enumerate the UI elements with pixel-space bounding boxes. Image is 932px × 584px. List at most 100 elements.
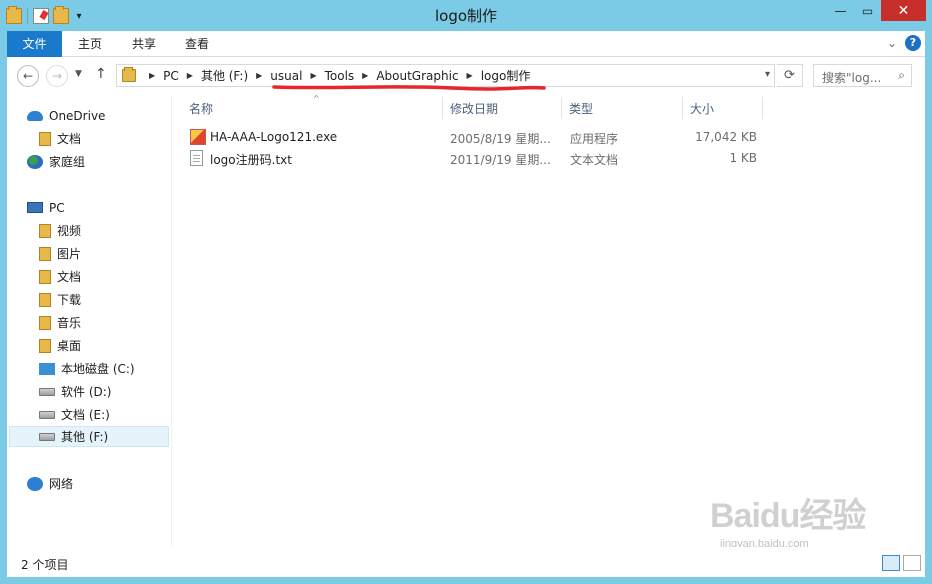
text-file-icon	[190, 150, 203, 166]
folder-icon	[39, 315, 51, 330]
column-header-size[interactable]: 大小	[690, 97, 760, 119]
breadcrumb-drive-f[interactable]: 其他 (F:)	[201, 67, 248, 84]
chevron-right-icon[interactable]: ▶	[467, 71, 473, 80]
file-type: 应用程序	[570, 132, 619, 146]
maximize-button[interactable]: ▭	[854, 0, 881, 21]
folder-icon	[39, 223, 51, 238]
window-controls: — ▭ ✕	[827, 0, 926, 21]
minimize-button[interactable]: —	[827, 0, 854, 21]
column-divider[interactable]	[442, 97, 443, 119]
chevron-right-icon[interactable]: ▶	[149, 71, 155, 80]
watermark-logo: Baidu经验	[710, 497, 866, 535]
nav-item-label: 家庭组	[49, 155, 86, 169]
file-size: 17,042 KB	[695, 130, 757, 144]
file-list: ^ 名称 修改日期 类型 大小 HA-AAA-Logo121.exe 2005/…	[175, 94, 925, 547]
help-icon[interactable]: ?	[905, 35, 921, 51]
search-placeholder: 搜索"log...	[822, 71, 882, 85]
folder-icon	[39, 338, 51, 353]
nav-item-homegroup[interactable]: 家庭组	[27, 151, 85, 172]
nav-item-downloads[interactable]: 下载	[39, 289, 81, 310]
drive-icon	[39, 387, 55, 396]
refresh-button[interactable]: ⟳	[777, 64, 803, 87]
file-size: 1 KB	[729, 151, 757, 165]
nav-item-documents[interactable]: 文档	[39, 128, 81, 149]
nav-item-label: PC	[49, 200, 65, 215]
file-date: 2005/8/19 星期...	[450, 132, 551, 146]
chevron-down-icon[interactable]: ▾	[765, 69, 770, 80]
drive-icon	[39, 410, 55, 419]
breadcrumb-pc[interactable]: PC	[163, 69, 179, 83]
nav-item-label: 文档	[57, 132, 82, 146]
drive-icon	[39, 432, 55, 441]
explorer-window: ▾ logo制作 — ▭ ✕ 文件 主页 共享 查看 ⌄ ? ← → ▼ ↑ ▶…	[0, 0, 932, 584]
column-divider[interactable]	[682, 97, 683, 119]
file-date: 2011/9/19 星期...	[450, 153, 551, 167]
details-view-icon[interactable]	[882, 555, 900, 571]
folder-icon	[122, 67, 136, 82]
nav-item-label: 文档	[57, 270, 82, 284]
nav-item-label: 音乐	[57, 316, 82, 330]
nav-item-music[interactable]: 音乐	[39, 312, 81, 333]
column-header-date[interactable]: 修改日期	[450, 97, 560, 119]
table-row[interactable]: HA-AAA-Logo121.exe 2005/8/19 星期... 应用程序 …	[185, 128, 765, 148]
breadcrumb-current[interactable]: logo制作	[481, 67, 531, 84]
breadcrumb-tools[interactable]: Tools	[325, 69, 355, 83]
item-count: 2 个项目	[21, 558, 69, 572]
tab-view[interactable]: 查看	[176, 31, 218, 57]
folder-icon	[39, 246, 51, 261]
nav-item-desktop[interactable]: 桌面	[39, 335, 81, 356]
chevron-right-icon[interactable]: ▶	[187, 71, 193, 80]
recent-locations-icon[interactable]: ▼	[75, 69, 82, 79]
nav-item-documents-pc[interactable]: 文档	[39, 266, 81, 287]
homegroup-icon	[27, 154, 43, 169]
table-row[interactable]: logo注册码.txt 2011/9/19 星期... 文本文档 1 KB	[185, 149, 765, 169]
nav-item-network[interactable]: 网络	[27, 473, 73, 494]
chevron-right-icon[interactable]: ▶	[256, 71, 262, 80]
drive-icon	[39, 362, 55, 375]
file-type: 文本文档	[570, 153, 619, 167]
navigation-pane: OneDrive 文档 家庭组 PC 视频 图片 文档 下载 音乐 桌面 本地磁…	[7, 95, 172, 547]
nav-item-label: 网络	[49, 477, 74, 491]
nav-item-drive-f[interactable]: 其他 (F:)	[9, 426, 169, 447]
nav-item-label: 文档 (E:)	[61, 408, 110, 422]
column-divider[interactable]	[762, 97, 763, 119]
breadcrumb-usual[interactable]: usual	[270, 69, 302, 83]
close-button[interactable]: ✕	[881, 0, 926, 21]
chevron-right-icon[interactable]: ▶	[310, 71, 316, 80]
folder-icon	[39, 131, 51, 146]
nav-item-label: 本地磁盘 (C:)	[61, 362, 135, 376]
breadcrumb-aboutgraphic[interactable]: AboutGraphic	[376, 69, 458, 83]
column-header-name[interactable]: 名称	[189, 97, 439, 119]
network-icon	[27, 476, 43, 491]
nav-item-onedrive[interactable]: OneDrive	[27, 105, 105, 126]
view-switcher	[882, 555, 921, 571]
nav-item-pictures[interactable]: 图片	[39, 243, 81, 264]
nav-item-drive-e[interactable]: 文档 (E:)	[39, 404, 110, 425]
large-icons-view-icon[interactable]	[903, 555, 921, 571]
column-divider[interactable]	[561, 97, 562, 119]
onedrive-icon	[27, 110, 43, 121]
up-button[interactable]: ↑	[95, 66, 107, 82]
tab-home[interactable]: 主页	[69, 31, 111, 57]
nav-item-drive-c[interactable]: 本地磁盘 (C:)	[39, 358, 135, 379]
application-icon	[190, 129, 206, 145]
title-bar: ▾ logo制作 — ▭ ✕	[0, 0, 932, 31]
computer-icon	[27, 202, 43, 213]
back-button[interactable]: ←	[17, 65, 39, 87]
tab-file[interactable]: 文件	[7, 31, 62, 57]
column-header-type[interactable]: 类型	[569, 97, 679, 119]
chevron-right-icon[interactable]: ▶	[362, 71, 368, 80]
status-bar: 2 个项目	[7, 547, 925, 577]
nav-item-pc[interactable]: PC	[27, 197, 65, 218]
window-title: logo制作	[434, 7, 498, 25]
forward-button[interactable]: →	[46, 65, 68, 87]
folder-icon	[39, 269, 51, 284]
nav-item-label: 软件 (D:)	[61, 385, 112, 399]
nav-item-videos[interactable]: 视频	[39, 220, 81, 241]
expand-ribbon-icon[interactable]: ⌄	[887, 36, 897, 50]
nav-item-drive-d[interactable]: 软件 (D:)	[39, 381, 111, 402]
search-icon: ⌕	[898, 68, 905, 82]
nav-item-label: OneDrive	[49, 108, 106, 123]
tab-share[interactable]: 共享	[123, 31, 165, 57]
search-input[interactable]: 搜索"log... ⌕	[813, 64, 912, 87]
